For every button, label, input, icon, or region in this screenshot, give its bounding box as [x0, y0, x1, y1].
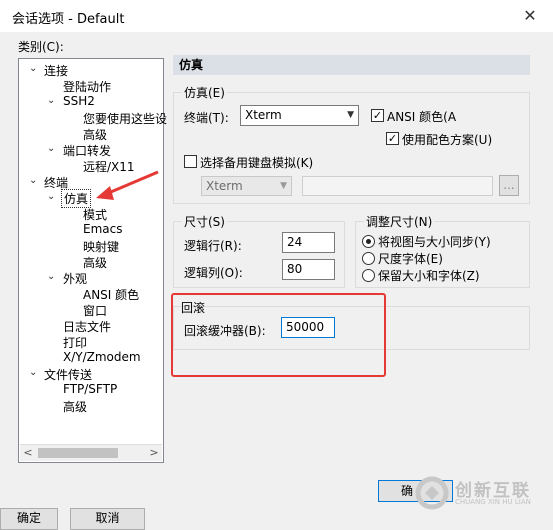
- watermark-subtext: CHUANG XIN HU LIAN: [455, 498, 531, 506]
- alt-keyboard-file-field[interactable]: [302, 176, 493, 196]
- tree-item-emulation-advanced[interactable]: 高级: [83, 254, 107, 271]
- scroll-right-icon[interactable]: >: [146, 445, 162, 461]
- use-color-scheme-label: 使用配色方案(U): [402, 133, 493, 147]
- chevron-down-icon[interactable]: ⌄: [47, 271, 55, 282]
- tree-item-printing[interactable]: 打印: [63, 334, 87, 351]
- window-title: 会话选项 - Default: [12, 12, 125, 27]
- horizontal-scrollbar[interactable]: < >: [20, 444, 162, 461]
- tree-item-ssh2-advanced[interactable]: 高级: [83, 126, 107, 143]
- resize-group-title: 调整尺寸(N): [364, 213, 435, 230]
- rows-label: 逻辑行(R):: [184, 239, 242, 253]
- browse-button[interactable]: ...: [499, 175, 519, 196]
- tree-item-xyzmodem[interactable]: X/Y/Zmodem: [63, 350, 141, 364]
- tree-item-modes[interactable]: 模式: [83, 206, 107, 223]
- close-icon[interactable]: ✕: [519, 5, 541, 27]
- annotation-arrow-icon: [96, 170, 159, 200]
- cancel-button[interactable]: 取消: [70, 508, 145, 530]
- tree-item-port-forwarding[interactable]: 端口转发: [63, 142, 111, 159]
- scroll-left-icon[interactable]: <: [20, 445, 36, 461]
- sync-view-label: 将视图与大小同步(Y): [378, 235, 491, 249]
- chevron-down-icon[interactable]: ⌄: [29, 175, 37, 186]
- tree-item-emacs[interactable]: Emacs: [83, 222, 122, 236]
- chevron-down-icon: ▼: [280, 181, 287, 191]
- alt-keyboard-select-value: Xterm: [206, 179, 243, 193]
- rows-input[interactable]: 24: [282, 232, 335, 253]
- keep-size-font-label: 保留大小和字体(Z): [378, 269, 480, 283]
- tree-item-appearance[interactable]: 外观: [63, 270, 87, 287]
- tree-item-transfer-advanced[interactable]: 高级: [63, 398, 87, 415]
- category-tree[interactable]: ⌄ 连接 登陆动作 ⌄ SSH2 您要使用这些设 高级 ⌄ 端口转发 远程/X1…: [18, 58, 167, 463]
- section-header: 仿真: [173, 55, 530, 75]
- scroll-thumb[interactable]: [38, 448, 118, 458]
- chevron-down-icon[interactable]: ⌄: [47, 191, 55, 202]
- tree-item-file-transfer[interactable]: 文件传送: [44, 366, 92, 383]
- terminal-select[interactable]: Xterm ▼: [240, 105, 359, 126]
- ansi-color-label: ANSI 颜色(A: [387, 110, 457, 124]
- alt-keyboard-label: 选择备用键盘模拟(K): [200, 156, 314, 170]
- use-color-scheme-checkbox[interactable]: ✓: [386, 132, 399, 145]
- terminal-label: 终端(T):: [184, 111, 229, 125]
- ok-button-bottom[interactable]: 确定: [0, 508, 58, 530]
- cols-input[interactable]: 80: [282, 259, 335, 280]
- watermark-icon: [415, 476, 449, 510]
- ansi-color-checkbox[interactable]: ✓: [371, 109, 384, 122]
- keep-size-font-radio[interactable]: [362, 269, 375, 282]
- tree-item-window[interactable]: 窗口: [83, 302, 107, 319]
- watermark-logo: 创新互联 CHUANG XIN HU LIAN: [415, 476, 545, 510]
- sync-view-radio[interactable]: [362, 235, 375, 248]
- chevron-down-icon: ▼: [347, 110, 354, 120]
- tree-item-ansi-color[interactable]: ANSI 颜色: [83, 286, 139, 303]
- tree-item-mapped-keys[interactable]: 映射键: [83, 238, 119, 255]
- scale-font-label: 尺度字体(E): [378, 252, 443, 266]
- scale-font-radio[interactable]: [362, 252, 375, 265]
- highlight-box: [171, 293, 386, 377]
- alt-keyboard-checkbox[interactable]: [184, 155, 197, 168]
- emulation-group-title: 仿真(E): [182, 84, 227, 101]
- tree-item-ssh2[interactable]: SSH2: [63, 94, 95, 108]
- alt-keyboard-select[interactable]: Xterm ▼: [201, 176, 292, 196]
- tree-item-connection[interactable]: 连接: [44, 62, 68, 79]
- chevron-down-icon[interactable]: ⌄: [29, 63, 37, 74]
- category-label: 类别(C):: [18, 40, 64, 54]
- terminal-select-value: Xterm: [245, 108, 282, 122]
- chevron-down-icon[interactable]: ⌄: [47, 95, 55, 106]
- size-group-title: 尺寸(S): [182, 213, 227, 230]
- tree-item-ssh2-settings[interactable]: 您要使用这些设: [83, 110, 167, 127]
- chevron-down-icon[interactable]: ⌄: [47, 143, 55, 154]
- tree-item-log-file[interactable]: 日志文件: [63, 318, 111, 335]
- chevron-down-icon[interactable]: ⌄: [29, 367, 37, 378]
- tree-item-ftp-sftp[interactable]: FTP/SFTP: [63, 382, 117, 396]
- cols-label: 逻辑列(O):: [184, 266, 243, 280]
- tree-item-login-actions[interactable]: 登陆动作: [63, 78, 111, 95]
